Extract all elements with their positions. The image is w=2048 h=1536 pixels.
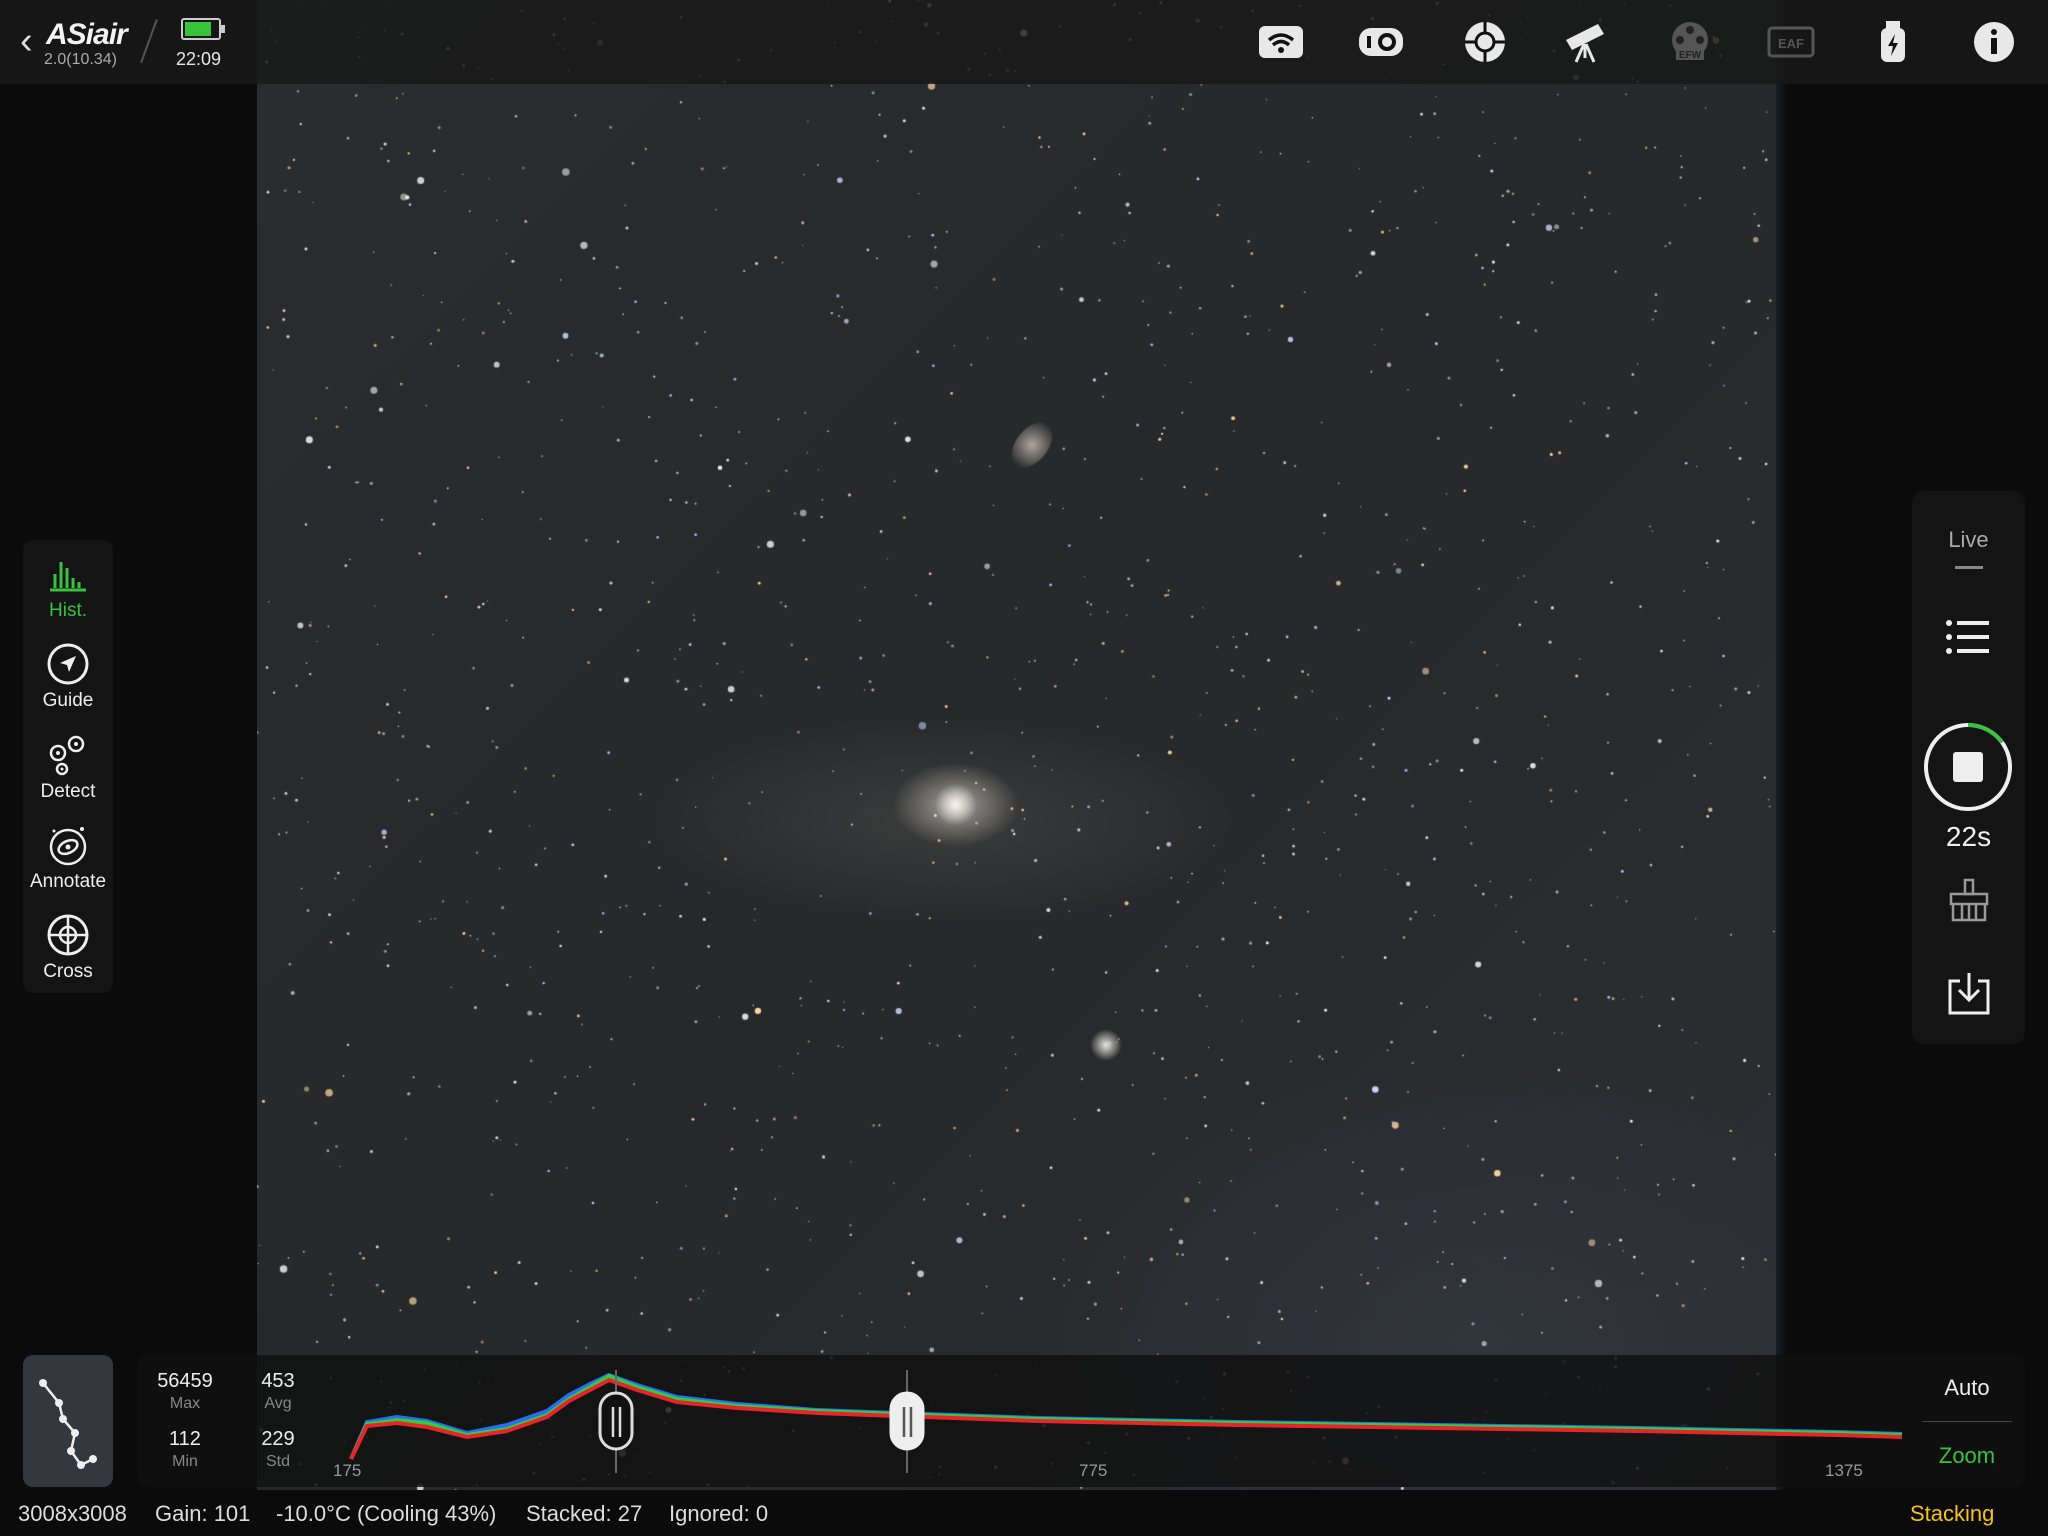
stop-button[interactable] xyxy=(1922,721,2014,813)
capture-panel: Live 22s xyxy=(1912,491,2025,1044)
annotate-label: Annotate xyxy=(29,871,107,892)
detect-stars-icon xyxy=(49,735,85,776)
max-value: 56459 xyxy=(157,1370,213,1392)
app-version: 2.0(10.34) xyxy=(44,51,117,68)
divider xyxy=(1922,1421,2012,1422)
zoom-button[interactable]: Zoom xyxy=(1917,1443,2017,1469)
min-stat: 112 Min xyxy=(145,1428,225,1471)
top-bar: ‹ ASiair 2.0(10.34) 22:09 EFW EAF xyxy=(0,0,2048,84)
galaxy-icon xyxy=(49,827,87,866)
ignored-count: Ignored: 0 xyxy=(669,1501,769,1526)
tick-label: 175 xyxy=(333,1461,362,1480)
star-field xyxy=(257,0,1776,1490)
low-stretch-handle[interactable] xyxy=(598,1391,634,1451)
std-value: 229 xyxy=(261,1428,295,1450)
clock: 22:09 xyxy=(176,49,222,69)
min-value: 112 xyxy=(169,1428,201,1450)
svg-text:EAF: EAF xyxy=(1778,36,1804,51)
stacked-count: Stacked: 27 xyxy=(526,1501,643,1526)
temperature: -10.0°C (Cooling 43%) xyxy=(276,1501,497,1526)
gain: Gain: 101 xyxy=(155,1501,251,1526)
battery-level xyxy=(185,22,211,36)
tick-label: 1375 xyxy=(1825,1461,1863,1480)
compass-arrow-icon xyxy=(47,643,89,685)
list-icon[interactable] xyxy=(1942,611,1994,663)
detect-label: Detect xyxy=(40,781,96,802)
max-stat: 56459 Max xyxy=(145,1370,225,1413)
annotate-tool[interactable]: Annotate xyxy=(23,823,113,893)
histogram-panel: 56459 Max 112 Min 453 Avg 229 Std 175 77… xyxy=(137,1355,2025,1487)
image-edge xyxy=(1776,0,1788,1490)
sky-atlas-thumbnail[interactable] xyxy=(23,1355,113,1487)
max-label: Max xyxy=(169,1395,201,1412)
min-label: Min xyxy=(172,1453,198,1470)
std-stat: 229 Std xyxy=(238,1428,318,1471)
live-indicator xyxy=(1955,566,1983,569)
crosshair-icon xyxy=(47,914,89,956)
cross-label: Cross xyxy=(43,961,93,982)
histogram-plot[interactable] xyxy=(337,1355,2037,1487)
eaf-icon[interactable]: EAF xyxy=(1763,14,1819,70)
live-mode-toggle[interactable]: Live xyxy=(1912,527,2025,553)
std-label: Std xyxy=(265,1453,290,1470)
guide-scope-icon[interactable] xyxy=(1457,14,1513,70)
info-icon[interactable] xyxy=(1966,14,2022,70)
tool-panel: Hist. Guide Detect Annotate Cross xyxy=(23,540,113,993)
guide-tool[interactable]: Guide xyxy=(23,642,113,712)
camera-icon[interactable] xyxy=(1353,14,1409,70)
detect-tool[interactable]: Detect xyxy=(23,733,113,803)
telescope-icon[interactable] xyxy=(1558,14,1614,70)
hist-curve-green xyxy=(349,1373,1903,1460)
exposure-time-remaining: 22s xyxy=(1945,821,1992,852)
app-logo: ASiair xyxy=(46,18,128,51)
cross-tool[interactable]: Cross xyxy=(23,913,113,983)
avg-value: 453 xyxy=(261,1370,295,1392)
wifi-icon[interactable] xyxy=(1253,14,1309,70)
battery-icon xyxy=(181,18,225,40)
efw-icon[interactable]: EFW xyxy=(1662,14,1718,70)
hist-tool[interactable]: Hist. xyxy=(23,552,113,622)
high-stretch-handle[interactable] xyxy=(889,1391,925,1451)
stacking-status: Stacking xyxy=(1910,1501,1995,1526)
resolution: 3008x3008 xyxy=(18,1501,127,1526)
usb-power-icon[interactable] xyxy=(1865,14,1921,70)
stacked-image-view[interactable] xyxy=(257,0,1776,1490)
constellation-icon xyxy=(39,1379,97,1469)
status-bar: 3008x3008 Gain: 101 -10.0°C (Cooling 43%… xyxy=(0,1490,2048,1536)
guide-label: Guide xyxy=(42,690,94,711)
save-download-icon[interactable] xyxy=(1944,969,1994,1019)
hist-curve-blue xyxy=(349,1372,1903,1460)
hist-label: Hist. xyxy=(49,600,87,621)
back-button[interactable]: ‹ xyxy=(20,22,33,60)
auto-stretch-button[interactable]: Auto xyxy=(1917,1375,2017,1401)
histogram-icon xyxy=(50,562,86,592)
tick-label: 775 xyxy=(1079,1461,1108,1480)
avg-stat: 453 Avg xyxy=(238,1370,318,1413)
avg-label: Avg xyxy=(264,1395,292,1412)
divider xyxy=(140,19,158,63)
svg-text:EFW: EFW xyxy=(1679,50,1702,61)
clear-stack-icon[interactable] xyxy=(1944,876,1994,926)
